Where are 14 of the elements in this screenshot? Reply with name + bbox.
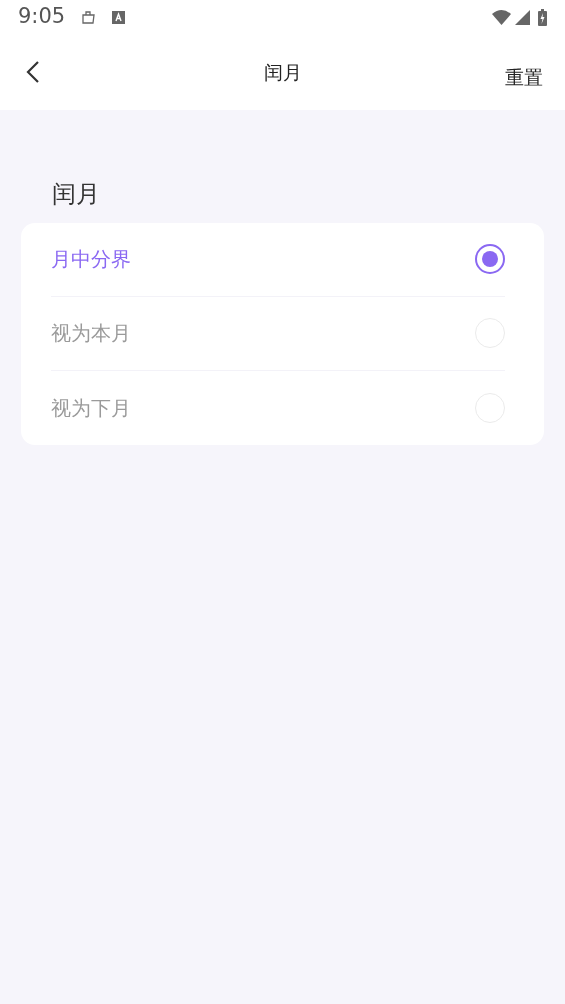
option-label[interactable]: 月中分界 — [51, 244, 131, 275]
option-label[interactable]: 视为本月 — [51, 318, 131, 349]
back-button[interactable] — [26, 59, 40, 85]
radio-button[interactable] — [475, 244, 505, 275]
keyboard-icon — [112, 10, 126, 24]
battery-icon — [538, 8, 547, 26]
page-title: 闰月 — [263, 60, 302, 85]
status-time: 9:05 — [18, 3, 66, 31]
option-label[interactable]: 视为下月 — [51, 392, 131, 423]
reset-button[interactable]: 重置 — [505, 62, 543, 92]
bag-icon — [81, 10, 97, 24]
signal-icon — [515, 9, 530, 25]
section-title: 闰月 — [51, 179, 101, 210]
wifi-icon — [492, 9, 511, 25]
